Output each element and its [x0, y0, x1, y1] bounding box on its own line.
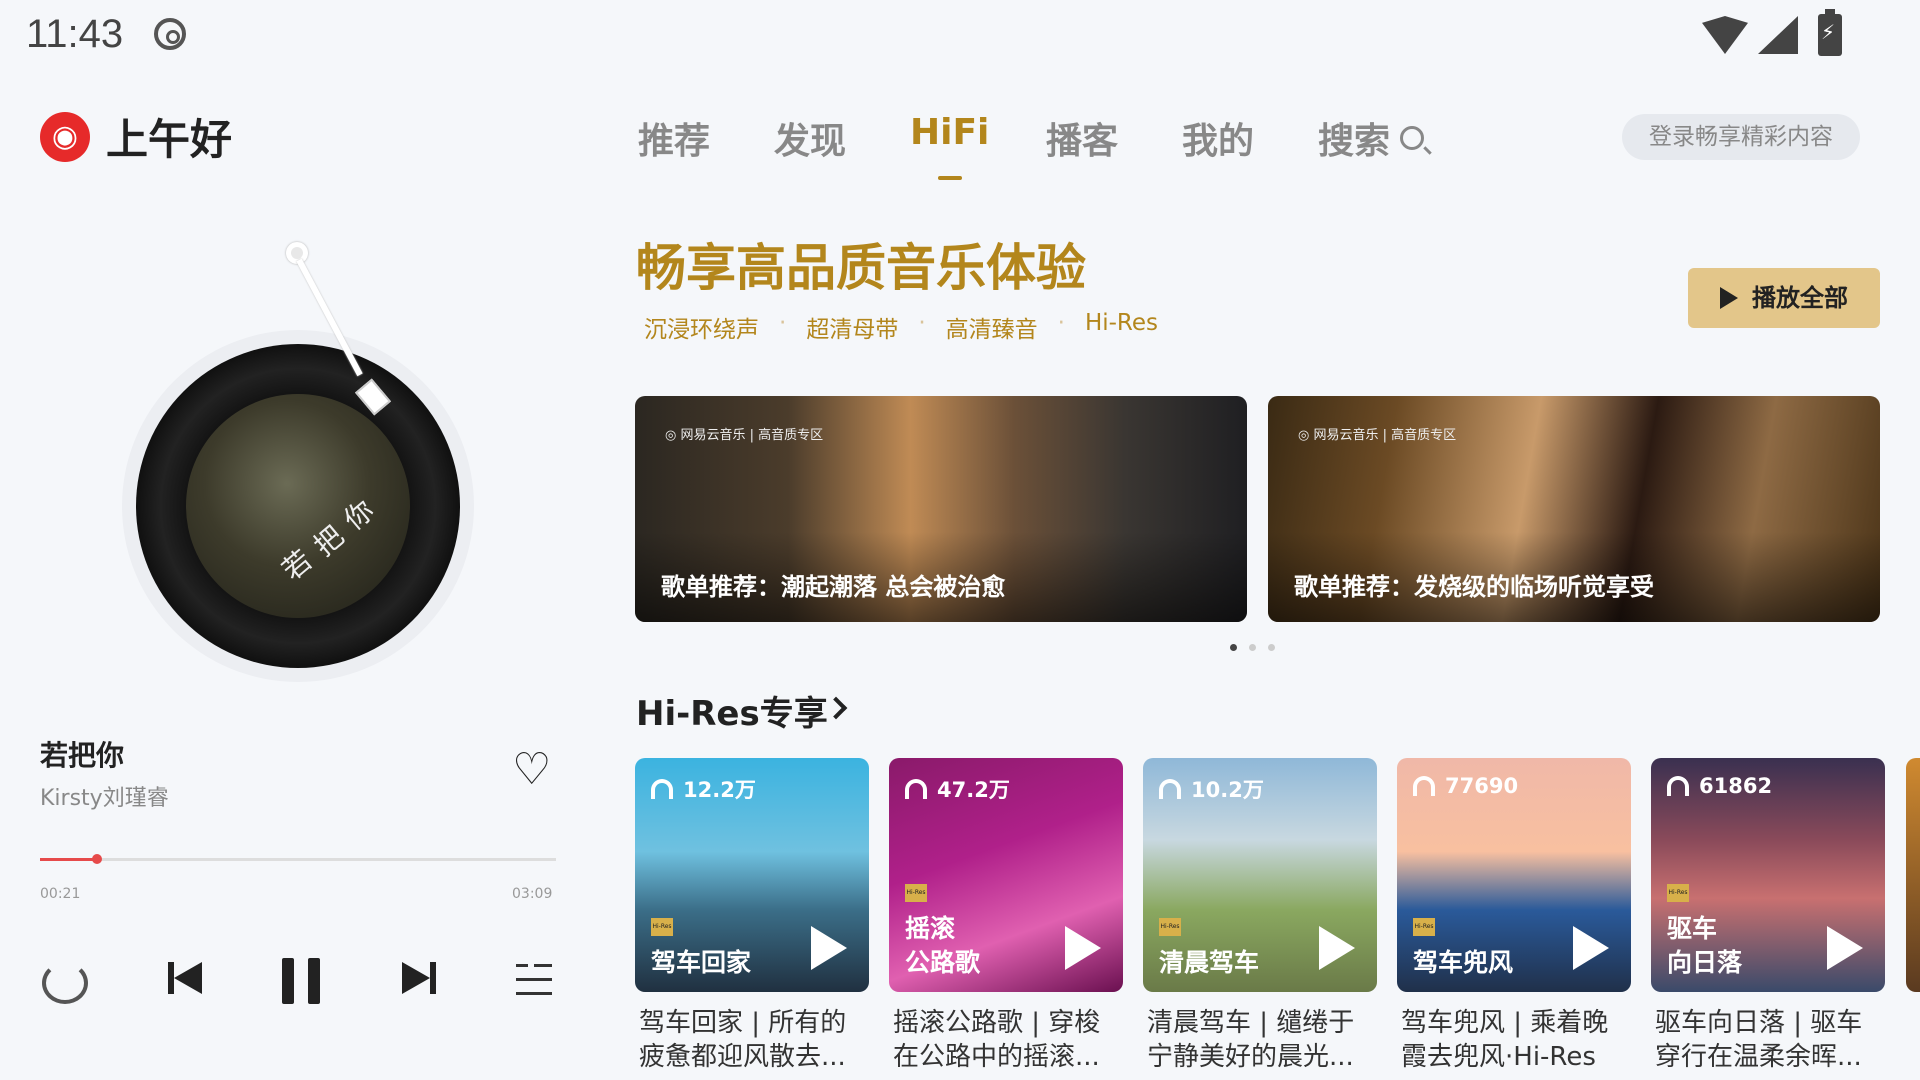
play-count: 12.2万 [651, 774, 756, 804]
playlist-cover[interactable]: 10.2万 Hi-Res 清晨驾车 [1143, 758, 1377, 992]
progress-bar[interactable] [40, 854, 556, 864]
hero-title: 畅享高品质音乐体验 [636, 239, 1086, 297]
play-icon[interactable] [811, 926, 847, 970]
app-logo-icon[interactable]: ◉ [40, 112, 90, 162]
hero-tags: 沉浸环绕声 · 超清母带 · 高清臻音 · Hi-Res [644, 310, 1159, 343]
hires-badge-icon: Hi-Res [1667, 884, 1689, 902]
repeat-icon[interactable] [42, 962, 88, 1004]
playlist-card[interactable]: 77690 Hi-Res 驾车兜风 驾车兜风 | 乘着晚 霞去兜风·Hi-Res [1397, 758, 1631, 1074]
like-heart-icon[interactable]: ♡ [512, 748, 551, 792]
sync-icon [154, 18, 186, 50]
search-icon[interactable] [1400, 126, 1424, 150]
status-icons [1702, 9, 1842, 56]
total-time: 03:09 [512, 886, 553, 902]
wifi-icon [1702, 16, 1748, 54]
album-cover: 若 把 你 [186, 394, 410, 618]
play-icon[interactable] [1573, 926, 1609, 970]
next-track-icon[interactable] [400, 958, 440, 998]
play-count: 61862 [1667, 774, 1772, 798]
hires-badge-icon: Hi-Res [905, 884, 927, 902]
status-time: 11:43 [26, 12, 124, 56]
battery-charging-icon [1818, 9, 1842, 56]
hero-tag: Hi-Res [1084, 310, 1159, 336]
play-count: 10.2万 [1159, 774, 1264, 804]
cover-text: 驾车兜风 [1413, 948, 1514, 977]
hires-badge-icon: Hi-Res [1413, 918, 1435, 936]
playlist-cover[interactable]: 61862 Hi-Res 驱车 向日落 [1651, 758, 1885, 992]
carousel-dot[interactable] [1268, 644, 1275, 651]
section-title[interactable]: Hi-Res专享 [636, 686, 828, 735]
headphones-icon [1667, 776, 1689, 796]
top-nav: 推荐 发现 HiFi 播客 我的 搜索 [638, 112, 1454, 180]
pause-icon[interactable] [280, 958, 324, 1006]
tab-hifi[interactable]: HiFi [910, 112, 1046, 180]
hero-tag: 沉浸环绕声 [644, 317, 759, 343]
play-count: 77690 [1413, 774, 1518, 798]
cover-text: 清晨驾车 [1159, 948, 1260, 977]
song-artist[interactable]: Kirsty刘瑾睿 [40, 780, 169, 812]
current-time: 00:21 [40, 886, 81, 902]
banner-caption: 歌单推荐：潮起潮落 总会被治愈 [661, 573, 1006, 601]
play-icon [1720, 287, 1738, 309]
cover-text: 驾车回家 [651, 948, 752, 977]
playlist-card[interactable]: 12.2万 Hi-Res 驾车回家 驾车回家 | 所有的 疲惫都迎风散去... [635, 758, 869, 1074]
play-all-label: 播放全部 [1752, 284, 1848, 312]
tab-mine[interactable]: 我的 [1182, 112, 1318, 164]
greeting-text: 上午好 [106, 115, 233, 164]
cover-text: 摇滚 公路歌 [905, 914, 981, 977]
login-button[interactable]: 登录畅享精彩内容 [1622, 114, 1860, 160]
tab-search[interactable]: 搜索 [1318, 112, 1454, 164]
banner-card[interactable]: ◎ 网易云音乐 | 高音质专区 歌单推荐：潮起潮落 总会被治愈 [635, 396, 1247, 622]
carousel-dot[interactable] [1249, 644, 1256, 651]
playlist-card[interactable]: 61862 Hi-Res 驱车 向日落 驱车向日落 | 驱车 穿行在温柔余晖... [1651, 758, 1885, 1074]
cellular-signal-icon [1758, 16, 1798, 54]
playlist-cover[interactable]: 12.2万 Hi-Res 驾车回家 [635, 758, 869, 992]
tab-recommend[interactable]: 推荐 [638, 112, 774, 164]
disc-text-2: 把 [307, 519, 351, 563]
progress-knob[interactable] [91, 854, 102, 864]
carousel-dot[interactable] [1230, 644, 1237, 651]
banner-brand: ◎ 网易云音乐 | 高音质专区 [1298, 428, 1457, 443]
play-icon[interactable] [1065, 926, 1101, 970]
carousel-dots [1230, 644, 1275, 651]
disc-text-3: 你 [337, 493, 381, 537]
chevron-right-icon[interactable] [824, 696, 848, 720]
progress-fill [40, 858, 97, 861]
previous-track-icon[interactable] [164, 958, 204, 998]
playlist-title[interactable]: 驾车兜风 | 乘着晚 霞去兜风·Hi-Res [1397, 1006, 1631, 1074]
cover-text: 驱车 向日落 [1667, 914, 1743, 977]
playlist-title[interactable]: 驱车向日落 | 驱车 穿行在温柔余晖... [1651, 1006, 1885, 1074]
playlist-title[interactable]: 摇滚公路歌 | 穿梭 在公路中的摇滚... [889, 1006, 1123, 1074]
playlist-card[interactable]: 10.2万 Hi-Res 清晨驾车 清晨驾车 | 缱绻于 宁静美好的晨光... [1143, 758, 1377, 1074]
hero-tag: 超清母带 [806, 317, 899, 343]
hires-badge-icon: Hi-Res [651, 918, 673, 936]
headphones-icon [1159, 779, 1181, 799]
playlist-card[interactable]: 47.2万 Hi-Res 摇滚 公路歌 摇滚公路歌 | 穿梭 在公路中的摇滚... [889, 758, 1123, 1074]
disc-text-1: 若 [275, 543, 319, 587]
hero-tag: 高清臻音 [945, 317, 1038, 343]
playlist-queue-icon[interactable] [516, 962, 554, 998]
playlist-title[interactable]: 清晨驾车 | 缱绻于 宁静美好的晨光... [1143, 1006, 1377, 1074]
playlist-cover[interactable]: 77690 Hi-Res 驾车兜风 [1397, 758, 1631, 992]
play-icon[interactable] [1319, 926, 1355, 970]
tab-discover[interactable]: 发现 [774, 112, 910, 164]
play-count: 47.2万 [905, 774, 1010, 804]
banner-card[interactable]: ◎ 网易云音乐 | 高音质专区 歌单推荐：发烧级的临场听觉享受 [1268, 396, 1880, 622]
playlist-cover[interactable]: 47.2万 Hi-Res 摇滚 公路歌 [889, 758, 1123, 992]
headphones-icon [905, 779, 927, 799]
playlist-card-peek[interactable] [1906, 758, 1920, 992]
play-icon[interactable] [1827, 926, 1863, 970]
banner-brand: ◎ 网易云音乐 | 高音质专区 [665, 428, 824, 443]
headphones-icon [651, 779, 673, 799]
hires-badge-icon: Hi-Res [1159, 918, 1181, 936]
play-all-button[interactable]: 播放全部 [1688, 268, 1880, 328]
tab-podcast[interactable]: 播客 [1046, 112, 1182, 164]
headphones-icon [1413, 776, 1435, 796]
banner-caption: 歌单推荐：发烧级的临场听觉享受 [1294, 573, 1654, 601]
playlist-title[interactable]: 驾车回家 | 所有的 疲惫都迎风散去... [635, 1006, 869, 1074]
song-title: 若把你 [40, 739, 125, 772]
